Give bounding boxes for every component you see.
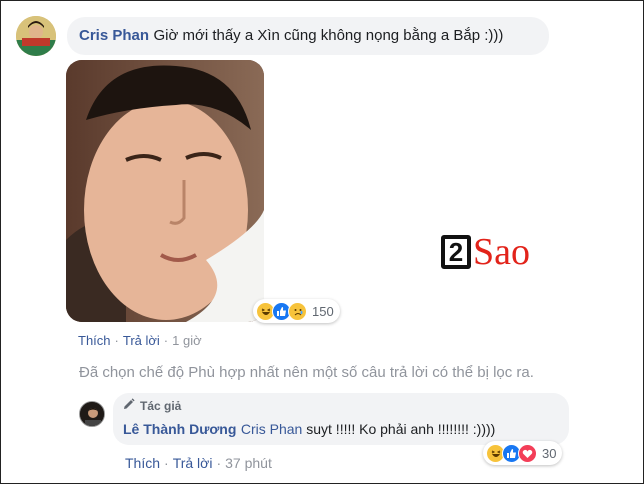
reply-reply-link[interactable]: Trả lời bbox=[173, 455, 213, 471]
reply-avatar[interactable] bbox=[79, 401, 105, 427]
reply-like-link[interactable]: Thích bbox=[125, 455, 160, 471]
reply-mention-link[interactable]: Cris Phan bbox=[241, 421, 302, 437]
love-icon bbox=[518, 443, 537, 463]
comment-reply-link[interactable]: Trả lời bbox=[123, 333, 160, 348]
comment-like-link[interactable]: Thích bbox=[78, 333, 111, 348]
comment-photo[interactable] bbox=[66, 60, 264, 322]
author-badge-label: Tác giả bbox=[140, 398, 182, 413]
separator-dot: · bbox=[114, 333, 119, 348]
watermark-word: Sao bbox=[473, 231, 530, 273]
pencil-icon bbox=[123, 398, 135, 413]
reply-author-link[interactable]: Lê Thành Dương bbox=[123, 421, 236, 437]
comment-timestamp[interactable]: 1 giờ bbox=[172, 333, 202, 348]
sad-icon bbox=[288, 301, 307, 321]
reply-timestamp[interactable]: 37 phút bbox=[225, 455, 272, 471]
separator-dot: · bbox=[164, 455, 169, 471]
commenter-avatar[interactable] bbox=[16, 16, 56, 56]
reply-reactions[interactable]: 30 bbox=[483, 441, 563, 465]
watermark-logo: 2 Sao bbox=[441, 233, 530, 271]
comment-reactions[interactable]: 150 bbox=[253, 299, 340, 323]
watermark-number: 2 bbox=[441, 235, 471, 269]
reply-bubble: Lê Thành Dương Cris Phan suyt !!!!! Ko p… bbox=[113, 393, 569, 445]
comment-bubble: Cris Phan Giờ mới thấy a Xìn cũng không … bbox=[67, 17, 549, 55]
comment-text: Giờ mới thấy a Xìn cũng không nọng bằng … bbox=[153, 27, 504, 44]
separator-dot: · bbox=[163, 333, 169, 348]
comment-actions: Thích · Trả lời · 1 giờ bbox=[78, 333, 202, 348]
filter-notice: Đã chọn chế độ Phù hợp nhất nên một số c… bbox=[79, 364, 534, 381]
reply-text: suyt !!!!! Ko phải anh !!!!!!!! :)))) bbox=[302, 421, 496, 437]
separator-dot: · bbox=[216, 455, 222, 471]
author-badge: Tác giả bbox=[123, 398, 181, 413]
comment-reaction-count: 150 bbox=[312, 303, 334, 319]
reply-actions: Thích · Trả lời · 37 phút bbox=[125, 455, 272, 471]
reply-reaction-count: 30 bbox=[542, 445, 557, 461]
comment-author-link[interactable]: Cris Phan bbox=[79, 27, 149, 44]
